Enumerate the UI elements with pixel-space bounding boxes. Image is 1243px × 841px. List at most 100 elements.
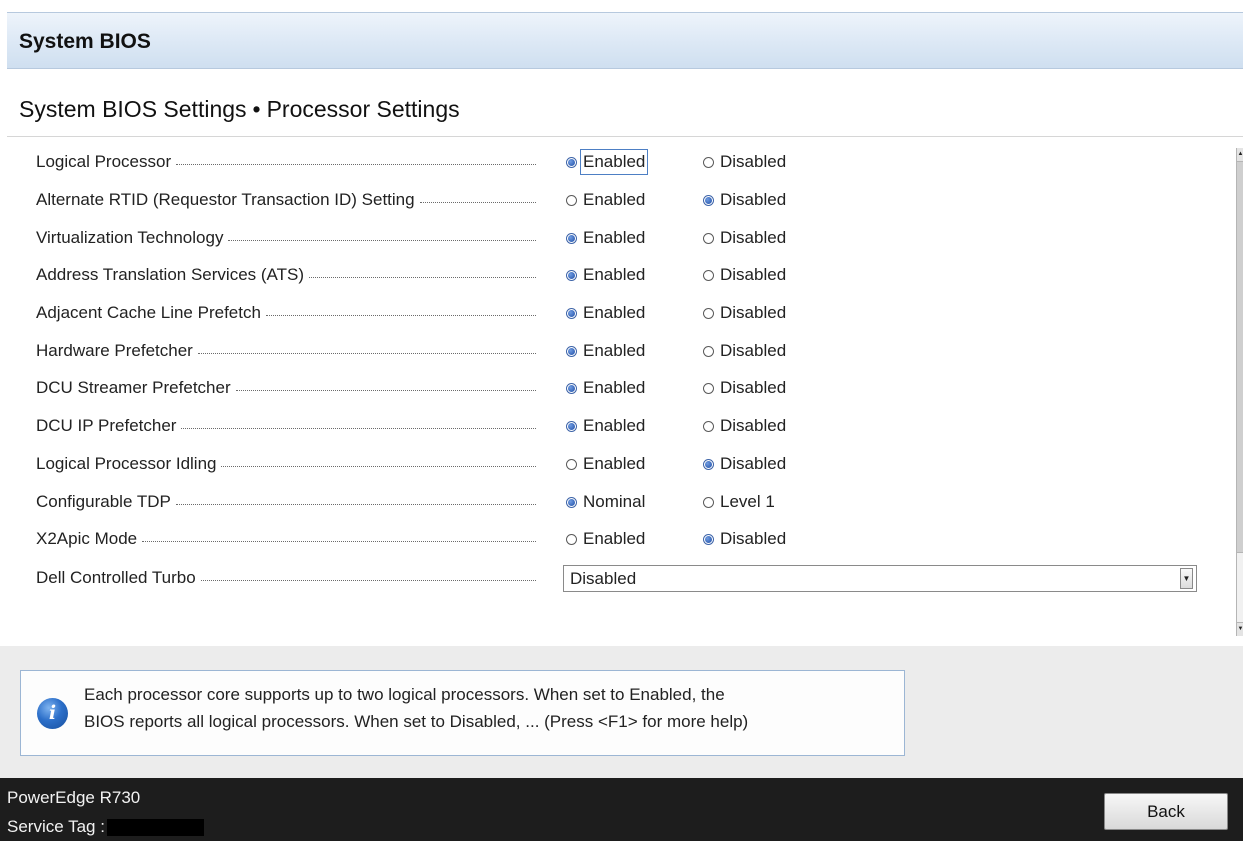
radio-option[interactable]: Disabled	[703, 223, 786, 253]
radio-selected-icon[interactable]	[566, 496, 577, 508]
radio-option[interactable]: Level 1	[703, 487, 775, 517]
radio-option-label: Disabled	[720, 303, 787, 322]
dot-leader	[200, 579, 536, 581]
page-title: System BIOS	[19, 30, 151, 53]
service-tag-label: Service Tag :	[7, 817, 105, 836]
scroll-down-arrow-icon[interactable]: ▼	[1237, 622, 1243, 636]
radio-selected-icon[interactable]	[566, 420, 577, 432]
setting-label: Hardware Prefetcher	[36, 336, 540, 366]
help-box: i Each processor core supports up to two…	[20, 670, 905, 756]
radio-unselected-icon[interactable]	[566, 458, 577, 470]
setting-row: Logical Processor Idling Enabled Disabled	[0, 449, 1230, 479]
radio-option[interactable]: Enabled	[566, 147, 649, 177]
radio-selected-icon[interactable]	[566, 382, 577, 394]
setting-label: Dell Controlled Turbo	[36, 563, 540, 593]
radio-option-label: Disabled	[720, 378, 787, 397]
setting-label: Alternate RTID (Requestor Transaction ID…	[36, 185, 540, 215]
dot-leader	[176, 163, 536, 165]
breadcrumb: System BIOS Settings • Processor Settings	[19, 96, 460, 123]
radio-unselected-icon[interactable]	[703, 345, 714, 357]
radio-unselected-icon[interactable]	[703, 232, 714, 244]
radio-option-label: Disabled	[720, 190, 787, 209]
radio-option[interactable]: Enabled	[566, 373, 645, 403]
radio-option-label: Disabled	[720, 416, 787, 435]
radio-option-label: Disabled	[720, 228, 787, 247]
dot-leader	[142, 540, 536, 542]
radio-unselected-icon[interactable]	[703, 496, 714, 508]
back-button[interactable]: Back	[1104, 793, 1228, 830]
help-line-1: Each processor core supports up to two l…	[84, 685, 725, 704]
help-area: i Each processor core supports up to two…	[0, 646, 1243, 778]
setting-label-text: Configurable TDP	[36, 492, 171, 511]
radio-unselected-icon[interactable]	[703, 307, 714, 319]
setting-label-text: Logical Processor	[36, 152, 172, 171]
radio-option[interactable]: Enabled	[566, 449, 645, 479]
system-model: PowerEdge R730	[7, 788, 141, 807]
radio-option[interactable]: Disabled	[703, 411, 786, 441]
radio-option[interactable]: Enabled	[566, 524, 645, 554]
setting-label: Virtualization Technology	[36, 223, 540, 253]
dot-leader	[265, 314, 536, 316]
scroll-thumb[interactable]	[1237, 162, 1243, 553]
radio-option[interactable]: Enabled	[566, 185, 645, 215]
setting-row: DCU Streamer Prefetcher Enabled Disabled	[0, 373, 1230, 403]
radio-option[interactable]: Disabled	[703, 373, 786, 403]
radio-selected-icon[interactable]	[566, 307, 577, 319]
radio-selected-icon[interactable]	[703, 533, 714, 545]
radio-option[interactable]: Disabled	[703, 336, 786, 366]
radio-option[interactable]: Enabled	[566, 336, 645, 366]
radio-option[interactable]: Disabled	[703, 260, 786, 290]
radio-option[interactable]: Disabled	[703, 147, 786, 177]
radio-option[interactable]: Disabled	[703, 298, 786, 328]
setting-label-text: Dell Controlled Turbo	[36, 568, 196, 587]
radio-unselected-icon[interactable]	[703, 269, 714, 281]
radio-unselected-icon[interactable]	[703, 382, 714, 394]
radio-option[interactable]: Disabled	[703, 185, 786, 215]
radio-selected-icon[interactable]	[566, 156, 577, 168]
radio-selected-icon[interactable]	[566, 345, 577, 357]
setting-dropdown[interactable]: Disabled ▼	[563, 565, 1197, 592]
settings-list: Logical Processor Enabled Disabled Alternat…	[0, 144, 1243, 644]
setting-label: DCU Streamer Prefetcher	[36, 373, 540, 403]
radio-option[interactable]: Disabled	[703, 524, 786, 554]
setting-label-text: Logical Processor Idling	[36, 454, 217, 473]
radio-option[interactable]: Disabled	[703, 449, 786, 479]
setting-row: Dell Controlled Turbo Disabled ▼	[0, 563, 1230, 593]
settings-scrollbar[interactable]: ▲ ▼	[1236, 148, 1243, 636]
radio-option[interactable]: Nominal	[566, 487, 645, 517]
radio-option[interactable]: Enabled	[566, 223, 645, 253]
radio-unselected-icon[interactable]	[703, 156, 714, 168]
radio-option[interactable]: Enabled	[566, 260, 645, 290]
radio-unselected-icon[interactable]	[566, 533, 577, 545]
radio-selected-icon[interactable]	[703, 194, 714, 206]
radio-option-label: Enabled	[583, 454, 646, 473]
radio-option-label: Enabled	[583, 416, 646, 435]
radio-unselected-icon[interactable]	[703, 420, 714, 432]
dot-leader	[221, 465, 536, 467]
setting-label-text: Hardware Prefetcher	[36, 341, 193, 360]
radio-selected-icon[interactable]	[566, 269, 577, 281]
radio-unselected-icon[interactable]	[566, 194, 577, 206]
setting-label-text: DCU Streamer Prefetcher	[36, 378, 231, 397]
breadcrumb-separator: •	[252, 96, 261, 122]
radio-option[interactable]: Enabled	[566, 298, 645, 328]
setting-label: Adjacent Cache Line Prefetch	[36, 298, 540, 328]
setting-label-text: DCU IP Prefetcher	[36, 416, 177, 435]
chevron-down-icon[interactable]: ▼	[1180, 568, 1193, 589]
setting-row: Address Translation Services (ATS) Enable…	[0, 260, 1230, 290]
setting-row: Alternate RTID (Requestor Transaction ID…	[0, 185, 1230, 215]
scroll-up-arrow-icon[interactable]: ▲	[1237, 148, 1243, 162]
radio-selected-icon[interactable]	[566, 232, 577, 244]
radio-option[interactable]: Enabled	[566, 411, 645, 441]
radio-option-label: Enabled	[583, 265, 646, 284]
dropdown-value: Disabled	[570, 568, 637, 588]
dot-leader	[181, 427, 536, 429]
radio-option-label: Enabled	[583, 303, 646, 322]
dot-leader	[309, 276, 536, 278]
footer: PowerEdge R730 Service Tag : Back	[0, 778, 1243, 841]
dot-leader	[197, 352, 536, 354]
radio-selected-icon[interactable]	[703, 458, 714, 470]
radio-option-label: Enabled	[583, 190, 646, 209]
radio-option-label: Disabled	[720, 454, 787, 473]
setting-row: Hardware Prefetcher Enabled Disabled	[0, 336, 1230, 366]
